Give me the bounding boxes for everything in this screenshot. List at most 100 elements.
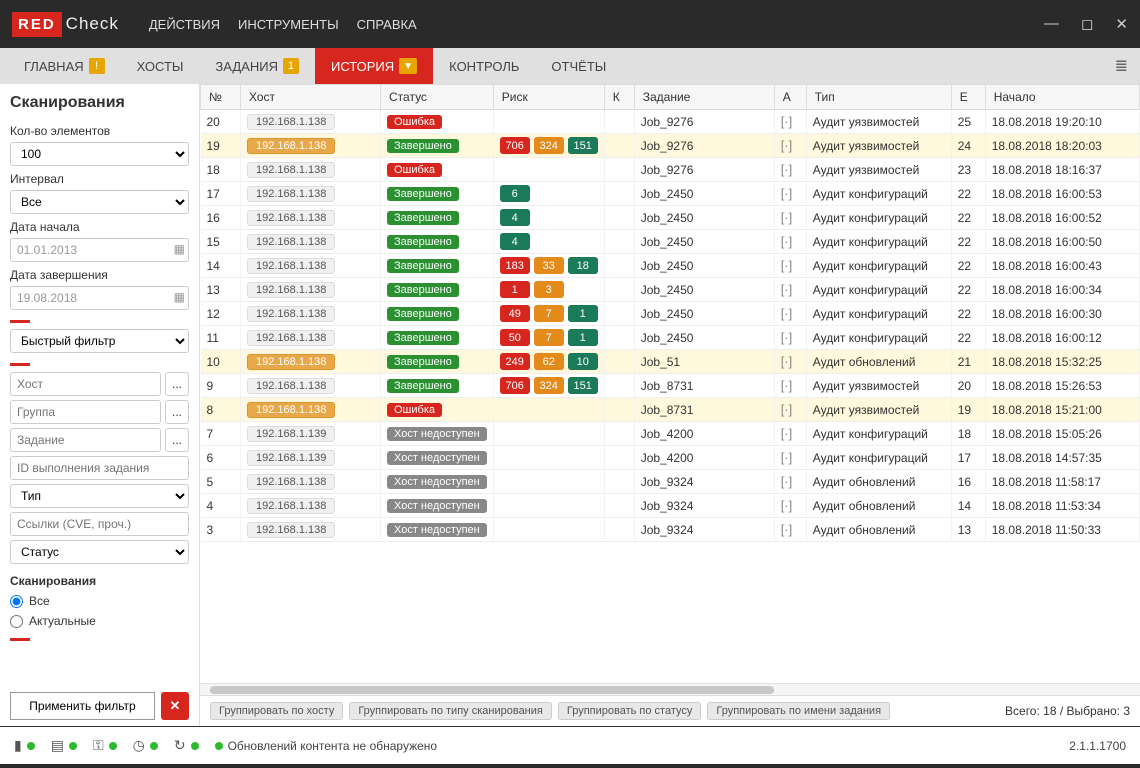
table-row[interactable]: 11192.168.1.138Завершено5071Job_2450[·]А… (201, 326, 1140, 350)
close-icon[interactable]: ✕ (1115, 15, 1128, 33)
server-icon[interactable]: ▤ (51, 737, 64, 754)
cell-a[interactable]: [·] (774, 134, 806, 158)
cell-a[interactable]: [·] (774, 446, 806, 470)
group-by-host-button[interactable]: Группировать по хосту (210, 702, 343, 720)
menu-tools[interactable]: ИНСТРУМЕНТЫ (238, 17, 339, 32)
cell-a[interactable]: [·] (774, 302, 806, 326)
minimize-icon[interactable]: — (1044, 15, 1059, 33)
radio-actual[interactable] (10, 615, 23, 628)
menu-help[interactable]: СПРАВКА (357, 17, 417, 32)
cell-a[interactable]: [·] (774, 278, 806, 302)
cell-a[interactable]: [·] (774, 206, 806, 230)
links-input[interactable] (10, 512, 189, 536)
cell-num: 4 (201, 494, 241, 518)
group-by-type-button[interactable]: Группировать по типу сканирования (349, 702, 552, 720)
browse-button[interactable]: ... (165, 400, 189, 424)
cell-a[interactable]: [·] (774, 422, 806, 446)
table-row[interactable]: 19192.168.1.138Завершено706324151Job_927… (201, 134, 1140, 158)
cell-a[interactable]: [·] (774, 350, 806, 374)
id-input[interactable] (10, 456, 189, 480)
table-row[interactable]: 14192.168.1.138Завершено1833318Job_2450[… (201, 254, 1140, 278)
type-select[interactable]: Тип (10, 484, 189, 508)
table-row[interactable]: 15192.168.1.138Завершено4Job_2450[·]Ауди… (201, 230, 1140, 254)
col-risk[interactable]: Риск (493, 85, 604, 110)
status-select[interactable]: Статус (10, 540, 189, 564)
interval-select[interactable]: Все (10, 190, 189, 214)
key-icon[interactable]: ⚿ (93, 737, 104, 754)
cell-a[interactable]: [·] (774, 110, 806, 134)
cell-k (604, 254, 634, 278)
table-row[interactable]: 17192.168.1.138Завершено6Job_2450[·]Ауди… (201, 182, 1140, 206)
tab-hosts[interactable]: ХОСТЫ (121, 48, 200, 84)
cell-type: Аудит конфигураций (806, 254, 951, 278)
end-date-input[interactable] (10, 286, 189, 310)
host-input[interactable] (10, 372, 161, 396)
start-date-input[interactable] (10, 238, 189, 262)
calendar-icon[interactable]: ▦ (174, 290, 185, 304)
col-num[interactable]: № (201, 85, 241, 110)
tab-history[interactable]: ИСТОРИЯ▼ (315, 48, 433, 84)
cell-a[interactable]: [·] (774, 374, 806, 398)
col-host[interactable]: Хост (241, 85, 381, 110)
cell-type: Аудит конфигураций (806, 278, 951, 302)
browse-button[interactable]: ... (165, 372, 189, 396)
cell-a[interactable]: [·] (774, 494, 806, 518)
col-a[interactable]: А (774, 85, 806, 110)
table-row[interactable]: 8192.168.1.138ОшибкаJob_8731[·]Аудит уяз… (201, 398, 1140, 422)
cell-a[interactable]: [·] (774, 398, 806, 422)
clock-icon[interactable]: ◷ (133, 737, 145, 754)
tab-tasks[interactable]: ЗАДАНИЯ1 (199, 48, 315, 84)
group-by-task-button[interactable]: Группировать по имени задания (707, 702, 890, 720)
list-icon[interactable]: ≣ (1115, 48, 1140, 84)
horizontal-scrollbar[interactable] (200, 683, 1140, 695)
cell-a[interactable]: [·] (774, 230, 806, 254)
table-row[interactable]: 5192.168.1.138Хост недоступенJob_9324[·]… (201, 470, 1140, 494)
expand-icon: [·] (781, 450, 793, 465)
col-start[interactable]: Начало (985, 85, 1139, 110)
table-row[interactable]: 18192.168.1.138ОшибкаJob_9276[·]Аудит уя… (201, 158, 1140, 182)
table-row[interactable]: 20192.168.1.138ОшибкаJob_9276[·]Аудит уя… (201, 110, 1140, 134)
cell-a[interactable]: [·] (774, 326, 806, 350)
cell-e: 19 (951, 398, 985, 422)
table-row[interactable]: 4192.168.1.138Хост недоступенJob_9324[·]… (201, 494, 1140, 518)
col-task[interactable]: Задание (634, 85, 774, 110)
col-e[interactable]: Е (951, 85, 985, 110)
table-row[interactable]: 9192.168.1.138Завершено706324151Job_8731… (201, 374, 1140, 398)
table-row[interactable]: 6192.168.1.139Хост недоступенJob_4200[·]… (201, 446, 1140, 470)
group-by-status-button[interactable]: Группировать по статусу (558, 702, 702, 720)
table-row[interactable]: 10192.168.1.138Завершено2496210Job_51[·]… (201, 350, 1140, 374)
table-row[interactable]: 7192.168.1.139Хост недоступенJob_4200[·]… (201, 422, 1140, 446)
cell-a[interactable]: [·] (774, 518, 806, 542)
apply-filter-button[interactable]: Применить фильтр (10, 692, 155, 720)
table-row[interactable]: 13192.168.1.138Завершено13Job_2450[·]Ауд… (201, 278, 1140, 302)
tab-main[interactable]: ГЛАВНАЯ! (8, 48, 121, 84)
table-row[interactable]: 16192.168.1.138Завершено4Job_2450[·]Ауди… (201, 206, 1140, 230)
tab-reports[interactable]: ОТЧЁТЫ (535, 48, 622, 84)
cell-a[interactable]: [·] (774, 158, 806, 182)
cell-type: Аудит обновлений (806, 350, 951, 374)
clear-filter-button[interactable]: ✕ (161, 692, 189, 720)
col-k[interactable]: К (604, 85, 634, 110)
cell-a[interactable]: [·] (774, 254, 806, 278)
cell-a[interactable]: [·] (774, 182, 806, 206)
radio-all[interactable] (10, 595, 23, 608)
maximize-icon[interactable]: ◻ (1081, 15, 1093, 33)
table-row[interactable]: 3192.168.1.138Хост недоступенJob_9324[·]… (201, 518, 1140, 542)
col-type[interactable]: Тип (806, 85, 951, 110)
cell-a[interactable]: [·] (774, 470, 806, 494)
calendar-icon[interactable]: ▦ (174, 242, 185, 256)
menu-actions[interactable]: ДЕЙСТВИЯ (149, 17, 220, 32)
group-input[interactable] (10, 400, 161, 424)
quickfilter-select[interactable]: Быстрый фильтр (10, 329, 189, 353)
count-select[interactable]: 100 (10, 142, 189, 166)
cell-k (604, 446, 634, 470)
db-icon[interactable]: ▮ (14, 737, 22, 754)
refresh-icon[interactable]: ↻ (174, 737, 186, 754)
tab-control[interactable]: КОНТРОЛЬ (433, 48, 535, 84)
browse-button[interactable]: ... (165, 428, 189, 452)
col-status[interactable]: Статус (381, 85, 494, 110)
task-input[interactable] (10, 428, 161, 452)
cell-e: 21 (951, 350, 985, 374)
cell-e: 14 (951, 494, 985, 518)
table-row[interactable]: 12192.168.1.138Завершено4971Job_2450[·]А… (201, 302, 1140, 326)
